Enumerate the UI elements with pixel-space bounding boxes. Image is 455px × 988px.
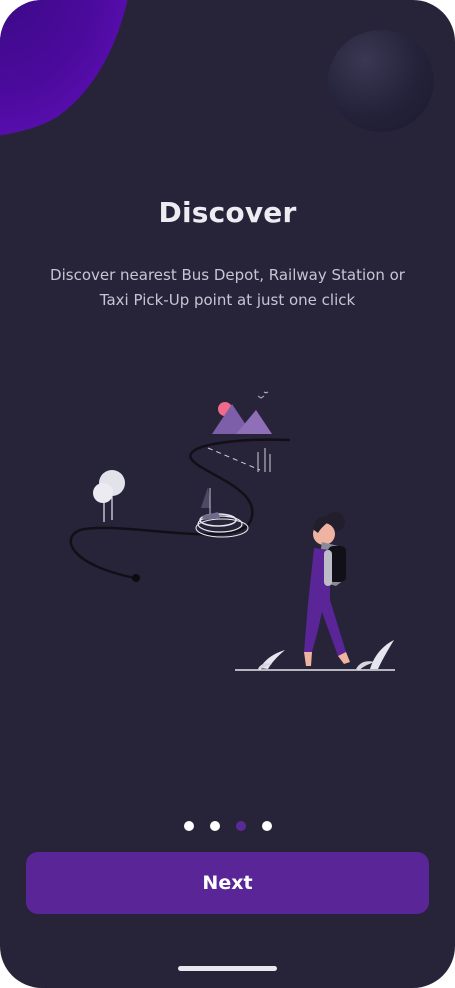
- page-indicator: [0, 821, 455, 831]
- page-dot-4[interactable]: [261, 821, 272, 831]
- travel-path-illustration: [69, 391, 395, 671]
- page-dot-2[interactable]: [209, 821, 220, 831]
- page-dot-1[interactable]: [183, 821, 194, 831]
- moon-decoration: [328, 30, 434, 132]
- page-subtitle: Discover nearest Bus Depot, Railway Stat…: [50, 266, 405, 309]
- home-indicator[interactable]: [178, 966, 277, 971]
- next-button[interactable]: Next: [26, 852, 429, 914]
- page-dot-3-active[interactable]: [235, 821, 246, 831]
- purple-blob-decoration: [0, 0, 128, 136]
- page-title: Discover: [158, 196, 297, 229]
- onboarding-screen: Discover Discover nearest Bus Depot, Rai…: [0, 0, 455, 988]
